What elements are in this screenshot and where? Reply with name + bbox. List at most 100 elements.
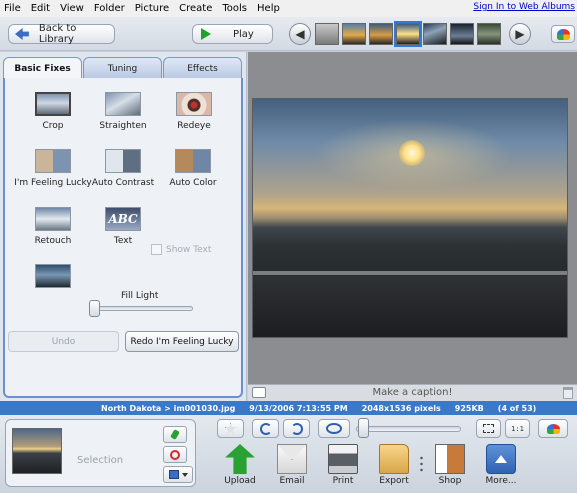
undo-button[interactable]: Undo <box>8 331 119 352</box>
previous-photo-button[interactable]: ◀ <box>289 23 311 45</box>
more-label: More... <box>485 476 517 486</box>
menu-folder[interactable]: Folder <box>89 3 130 14</box>
zoom-icon <box>326 423 342 434</box>
feeling-lucky-button[interactable]: I'm Feeling Lucky <box>13 149 93 188</box>
zoom-slider-track[interactable] <box>356 426 461 432</box>
print-button[interactable]: Print <box>320 444 366 486</box>
selection-thumbnail[interactable] <box>12 428 62 474</box>
web-albums-button[interactable] <box>551 25 575 43</box>
sign-in-web-albums-link[interactable]: Sign In to Web Albums <box>473 2 575 12</box>
star-button[interactable] <box>217 419 244 438</box>
menu-help[interactable]: Help <box>252 3 285 14</box>
fill-light-slider-handle[interactable] <box>89 300 100 317</box>
status-bar: North Dakota > im001030.jpg 9/13/2006 7:… <box>0 401 577 415</box>
picasa-color-icon <box>546 423 560 434</box>
clear-selection-button[interactable] <box>163 446 187 463</box>
selection-label: Selection <box>77 455 124 466</box>
shop-label: Shop <box>438 476 462 486</box>
next-photo-button[interactable]: ▶ <box>509 23 531 45</box>
tab-tuning[interactable]: Tuning <box>83 57 162 79</box>
redeye-label: Redeye <box>177 121 211 131</box>
rotate-left-button[interactable] <box>252 419 279 438</box>
email-label: Email <box>279 476 305 486</box>
back-to-library-button[interactable]: Back to Library <box>8 23 115 45</box>
color-button[interactable] <box>538 419 568 438</box>
more-button[interactable]: More... <box>478 444 524 486</box>
picasa-logo-icon <box>557 29 570 40</box>
top-toolbar: Back to Library Play ◀ ▶ <box>0 17 577 51</box>
caption-bar: Make a caption! <box>248 384 577 401</box>
auto-contrast-label: Auto Contrast <box>91 178 155 188</box>
add-to-album-button[interactable] <box>163 466 193 483</box>
auto-color-label: Auto Color <box>169 178 217 188</box>
auto-color-button[interactable]: Auto Color <box>153 149 233 188</box>
crop-icon <box>35 92 71 116</box>
text-label: Text <box>113 236 133 246</box>
tab-effects[interactable]: Effects <box>163 57 242 79</box>
selection-tray: Selection <box>5 419 196 487</box>
road <box>253 276 567 337</box>
tab-basic-fixes[interactable]: Basic Fixes <box>3 57 82 79</box>
text-abc-icon: ABC <box>105 207 141 231</box>
menu-bar: File Edit View Folder Picture Create Too… <box>0 0 577 17</box>
fit-to-window-button[interactable] <box>476 419 501 438</box>
redeye-button[interactable]: Redeye <box>154 92 234 131</box>
filmstrip-thumbnail[interactable] <box>342 23 366 45</box>
caption-input[interactable]: Make a caption! <box>248 387 577 398</box>
status-dimensions: 2048x1536 pixels <box>361 403 441 413</box>
trash-icon[interactable] <box>563 387 573 399</box>
chevron-down-icon <box>181 472 188 477</box>
checkbox-box <box>151 244 162 255</box>
export-folder-icon <box>379 444 409 474</box>
play-slideshow-button[interactable]: Play <box>192 24 273 44</box>
show-text-checkbox[interactable]: Show Text <box>151 244 211 255</box>
filmstrip-thumbnail-selected[interactable] <box>394 21 422 47</box>
album-icon <box>168 470 179 479</box>
auto-color-icon <box>175 149 211 173</box>
menu-picture[interactable]: Picture <box>130 3 174 14</box>
filmstrip-thumbnail[interactable] <box>450 23 474 45</box>
guard-rail <box>253 271 567 275</box>
upload-button[interactable]: Upload <box>217 444 263 486</box>
auto-contrast-button[interactable]: Auto Contrast <box>83 149 163 188</box>
back-arrow-icon <box>15 28 29 40</box>
zoom-button[interactable] <box>318 419 350 438</box>
status-size: 925KB <box>454 403 484 413</box>
email-button[interactable]: Email <box>269 444 315 486</box>
menu-file[interactable]: File <box>0 3 26 14</box>
filmstrip-thumbnail[interactable] <box>477 23 501 45</box>
right-arrow-icon: ▶ <box>515 27 525 41</box>
edit-tabs: Basic Fixes Tuning Effects <box>3 57 243 79</box>
fill-light-slider-track[interactable] <box>93 306 193 311</box>
main-photo[interactable] <box>252 98 568 338</box>
filmstrip-thumbnail[interactable] <box>423 23 447 45</box>
actual-size-button[interactable]: 1:1 <box>505 419 530 438</box>
straighten-button[interactable]: Straighten <box>83 92 163 131</box>
back-to-library-label: Back to Library <box>38 23 77 45</box>
menu-create[interactable]: Create <box>174 3 217 14</box>
shop-button[interactable]: Shop <box>427 444 473 486</box>
left-arrow-icon: ◀ <box>295 27 305 41</box>
fill-light-label: Fill Light <box>121 291 159 301</box>
redo-button[interactable]: Redo I'm Feeling Lucky <box>125 331 239 352</box>
auto-contrast-icon <box>105 149 141 173</box>
zoom-slider-handle[interactable] <box>358 418 369 438</box>
menu-edit[interactable]: Edit <box>26 3 55 14</box>
shop-icon <box>435 444 465 474</box>
filmstrip-thumbnail[interactable] <box>369 23 393 45</box>
text-button[interactable]: ABC Text <box>83 207 163 246</box>
export-button[interactable]: Export <box>371 444 417 486</box>
rotate-right-button[interactable] <box>283 419 310 438</box>
fill-light-preview <box>13 264 93 288</box>
retouch-button[interactable]: Retouch <box>13 207 93 246</box>
rotate-right-icon <box>290 422 303 435</box>
export-label: Export <box>379 476 409 486</box>
menu-view[interactable]: View <box>55 3 89 14</box>
menu-tools[interactable]: Tools <box>217 3 252 14</box>
email-icon <box>277 444 307 474</box>
more-up-arrow-icon <box>486 444 516 474</box>
hold-selection-button[interactable] <box>163 426 187 443</box>
crop-button[interactable]: Crop <box>13 92 93 131</box>
filmstrip-thumbnail[interactable] <box>315 23 339 45</box>
one-to-one-icon: 1:1 <box>511 424 524 433</box>
